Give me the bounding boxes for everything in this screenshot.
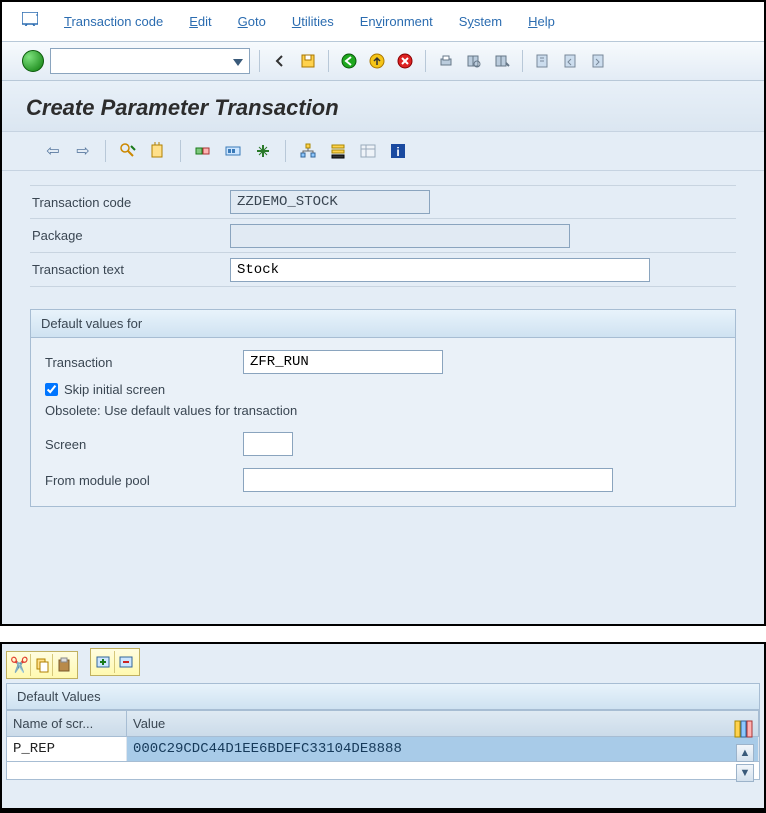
where-used-icon[interactable] [252, 140, 274, 162]
row-value[interactable]: 000C29CDC44D1EE6BDEFC33104DE8888 [127, 737, 759, 761]
module-label: From module pool [43, 473, 243, 488]
menu-indicator-icon [22, 12, 38, 31]
separator [105, 140, 106, 162]
separator [259, 50, 260, 72]
module-input[interactable] [243, 468, 613, 492]
scroll-down-icon[interactable]: ▼ [736, 764, 754, 782]
delete-row-icon[interactable] [115, 651, 137, 673]
menu-system[interactable]: System [459, 14, 502, 29]
screen-title-area: Create Parameter Transaction [2, 81, 764, 132]
scroll-up-icon[interactable]: ▲ [736, 744, 754, 762]
field-row-transaction: Transaction [43, 346, 723, 378]
screen-label: Screen [43, 437, 243, 452]
screen-input[interactable] [243, 432, 293, 456]
back-icon[interactable] [269, 50, 291, 72]
skip-row: Skip initial screen [43, 378, 723, 401]
skip-checkbox[interactable] [45, 383, 58, 396]
field-row-screen: Screen [43, 426, 723, 462]
main-window: Transaction code Edit Goto Utilities Env… [0, 0, 766, 626]
activate-icon[interactable] [222, 140, 244, 162]
separator [180, 140, 181, 162]
arrow-right-icon[interactable]: ⇨ [72, 140, 94, 162]
cut-icon[interactable]: ✂️ [9, 654, 31, 676]
menu-utilities[interactable]: Utilities [292, 14, 334, 29]
other-object-icon[interactable] [147, 140, 169, 162]
insert-row-icon[interactable] [93, 651, 115, 673]
tcode-label: Transaction code [30, 195, 230, 210]
group-header: Default values for [31, 310, 735, 338]
grid-title: Default Values [6, 683, 760, 710]
skip-label: Skip initial screen [64, 382, 165, 397]
transaction-input[interactable] [243, 350, 443, 374]
ttext-label: Transaction text [30, 262, 230, 277]
back-green-icon[interactable] [338, 50, 360, 72]
table-row-empty[interactable] [6, 762, 760, 780]
separator [285, 140, 286, 162]
field-row-ttext: Transaction text [30, 253, 736, 287]
content-area: Transaction code Package Transaction tex… [2, 171, 764, 521]
exit-icon[interactable] [366, 50, 388, 72]
grid-col-name[interactable]: Name of scr... [7, 711, 127, 736]
first-page-icon[interactable] [532, 50, 554, 72]
ttext-input[interactable] [230, 258, 650, 282]
enter-button[interactable] [22, 50, 44, 72]
table-row[interactable]: P_REP 000C29CDC44D1EE6BDEFC33104DE8888 [6, 737, 760, 762]
menubar: Transaction code Edit Goto Utilities Env… [2, 2, 764, 42]
help-icon[interactable]: i [387, 140, 409, 162]
layout-icon[interactable] [734, 720, 754, 738]
transaction-label: Transaction [43, 355, 243, 370]
prev-page-icon[interactable] [560, 50, 582, 72]
hierarchy-icon[interactable] [297, 140, 319, 162]
package-label: Package [30, 228, 230, 243]
separator [522, 50, 523, 72]
menu-transaction-code[interactable]: Transaction code [64, 14, 163, 29]
grid-header: Name of scr... Value [6, 710, 760, 737]
menu-edit[interactable]: Edit [189, 14, 211, 29]
display-change-icon[interactable] [117, 140, 139, 162]
tcode-input [230, 190, 430, 214]
find-next-icon[interactable] [491, 50, 513, 72]
field-row-package: Package [30, 219, 736, 253]
default-values-group: Default values for Transaction Skip init… [30, 309, 736, 507]
copy-icon[interactable] [31, 654, 53, 676]
paste-icon[interactable] [53, 654, 75, 676]
obsolete-text: Obsolete: Use default values for transac… [43, 401, 723, 426]
scroll-buttons: ▲ ▼ [736, 744, 754, 782]
print-icon[interactable] [435, 50, 457, 72]
next-page-icon[interactable] [588, 50, 610, 72]
page-title: Create Parameter Transaction [26, 95, 744, 121]
system-toolbar [2, 42, 764, 81]
separator [425, 50, 426, 72]
grid-col-value[interactable]: Value [127, 711, 759, 736]
save-icon[interactable] [297, 50, 319, 72]
application-toolbar: ⇦ ⇨ i [2, 132, 764, 171]
find-icon[interactable] [463, 50, 485, 72]
menu-help[interactable]: Help [528, 14, 555, 29]
arrow-left-icon[interactable]: ⇦ [42, 140, 64, 162]
command-field[interactable] [50, 48, 250, 74]
grid-toolbar-1: ✂️ [6, 651, 78, 679]
default-values-grid-window: ✂️ Default Values Name of scr... Value P… [0, 642, 766, 810]
package-input [230, 224, 570, 248]
row-name[interactable]: P_REP [7, 737, 127, 761]
svg-text:i: i [396, 145, 399, 159]
separator [328, 50, 329, 72]
cancel-icon[interactable] [394, 50, 416, 72]
field-row-tcode: Transaction code [30, 185, 736, 219]
menu-environment[interactable]: Environment [360, 14, 433, 29]
object-list-icon[interactable] [327, 140, 349, 162]
navigation-icon[interactable] [357, 140, 379, 162]
field-row-module: From module pool [43, 462, 723, 498]
grid-toolbar-2 [90, 648, 140, 676]
check-icon[interactable] [192, 140, 214, 162]
menu-goto[interactable]: Goto [238, 14, 266, 29]
